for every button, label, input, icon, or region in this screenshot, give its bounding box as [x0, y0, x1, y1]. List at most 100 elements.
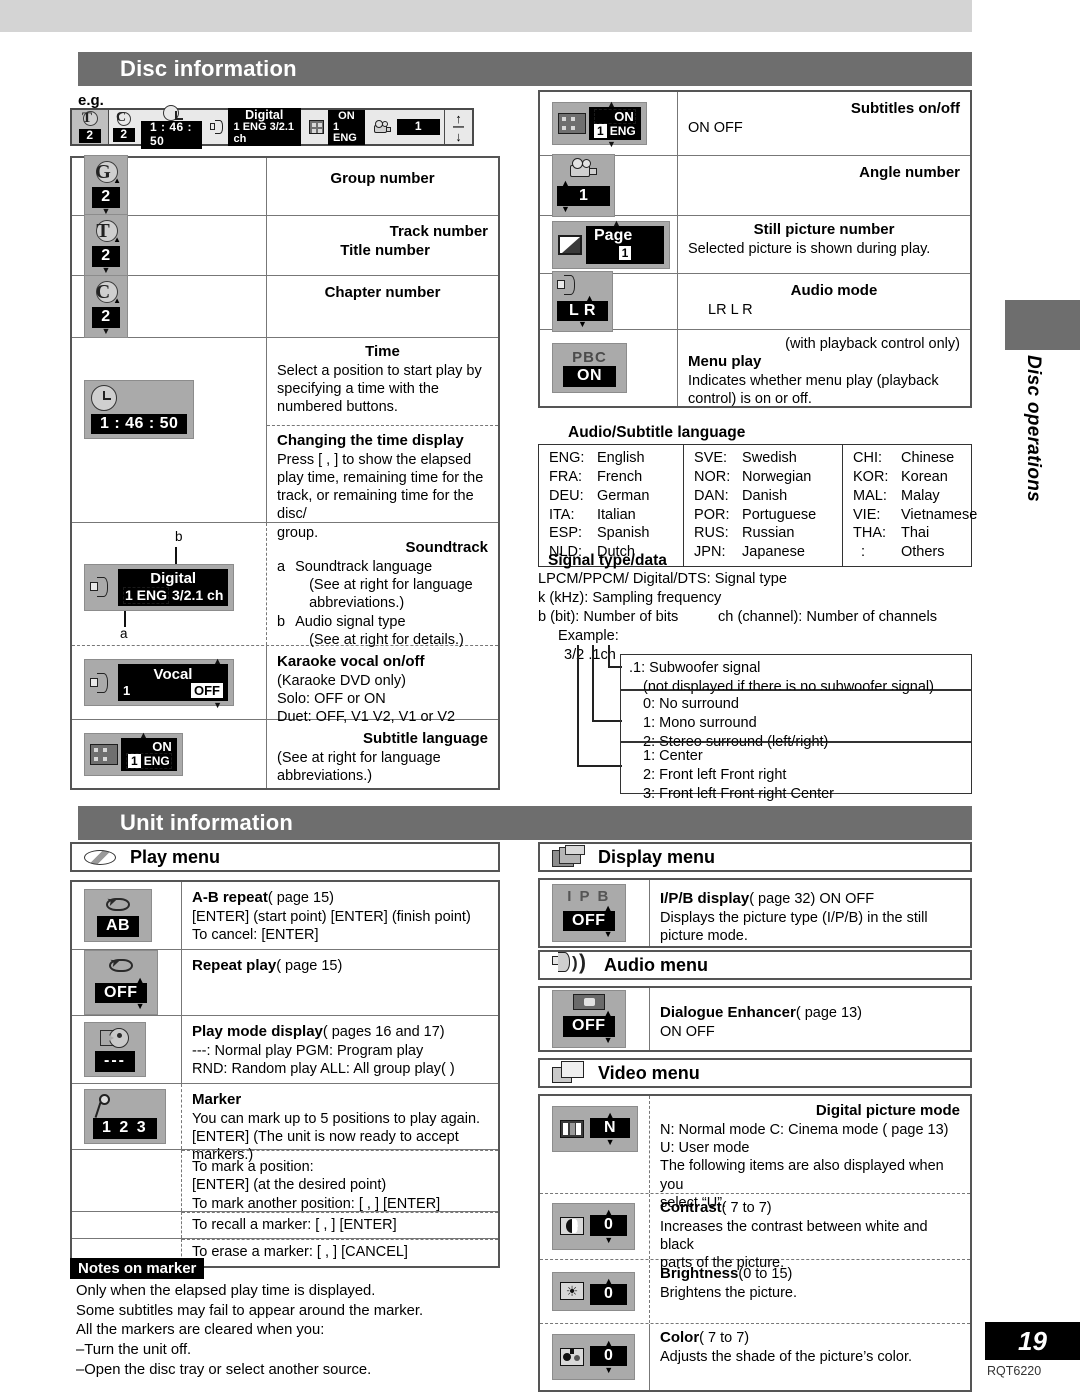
subtitles-chip-lang: ENG: [609, 124, 636, 138]
group-number-icon: G ▲ 2 ▼: [84, 155, 128, 218]
section-title-disc-information: Disc information: [120, 56, 297, 81]
lang-name: Danish: [742, 487, 788, 504]
lang-code: SVE:: [694, 450, 728, 466]
video-menu-icon: [552, 1061, 586, 1085]
brightness-text-cell: Brightness(0 to 15) Brightens the pictur…: [650, 1260, 970, 1323]
signal-box-surround: 0: No surround 1: Mono surround 2: Stere…: [620, 690, 972, 750]
play-mode-label: Play mode display: [192, 1023, 323, 1040]
color-label: Color: [660, 1329, 700, 1346]
audio-mode-icon-cell: ▲ L R ▼: [540, 270, 678, 333]
marker-icon: 1 2 3: [84, 1089, 166, 1144]
play-mode-l2: RND: Random play ALL: All group play( ): [192, 1061, 455, 1078]
audio-mode-text-cell: Audio mode LR L R: [678, 274, 970, 329]
dialogue-enhancer-value: OFF: [563, 1016, 615, 1037]
soundtrack-a-l2: (See at right for language: [309, 577, 473, 594]
soundtrack-item-a: a Soundtrack language (See at right for …: [277, 558, 488, 613]
page-chip-title: Page: [594, 226, 633, 244]
disc-info-left-table: G ▲ 2 ▼ Group number T ▲ 2 ▼ Track numbe…: [70, 155, 500, 790]
display-menu-icon: [552, 845, 586, 869]
play-mode-value: ---: [95, 1051, 135, 1072]
signal-l3b: ch (channel): Number of channels: [718, 608, 938, 625]
language-entry: SVE: Swedish: [694, 449, 834, 468]
osd-soundtrack-block: Digital 1 ENG 3/2.1 ch: [227, 108, 301, 146]
language-entry: POR: Portuguese: [694, 506, 834, 525]
angle-number-icon: [373, 120, 393, 134]
digital-picture-mode-icon: ▲ N ▼: [552, 1106, 639, 1153]
soundtrack-osd-block: Digital 1 ENG 3/2.1 ch: [118, 568, 229, 606]
table-row: ☀ ▲ 0 Brightness(0 to 15) Brightens the …: [540, 1260, 970, 1324]
disc-letter-glyph: G ▲: [95, 161, 121, 186]
chapter-number-icon: C: [113, 110, 135, 128]
table-row: C ▲ 2 ▼ Chapter number: [72, 275, 498, 338]
lang-name: Spanish: [597, 525, 650, 542]
note-line: Only when the elapsed play time is displ…: [76, 1283, 376, 1299]
group-number-label: Group number: [330, 170, 435, 187]
soundtrack-key-b: b: [277, 613, 286, 630]
lang-name: Portuguese: [742, 506, 817, 523]
signal-box3-l2: 2: Front left Front right: [643, 766, 787, 783]
menu-play-body: Indicates whether menu play (playback co…: [688, 373, 939, 408]
chapter-number-icon: C ▲ 2 ▼: [84, 275, 128, 338]
still-picture-body: Selected picture is shown during play.: [688, 240, 931, 257]
chapter-number-icon-cell: C ▲ 2 ▼: [72, 275, 267, 338]
osd-chapter-time-segment: C 2 1 : 46 : 50: [109, 105, 206, 149]
lang-name: English: [597, 450, 645, 466]
language-entry: CHI: Chinese: [853, 449, 963, 468]
notes-on-marker: Notes on marker Only when the elapsed pl…: [70, 1258, 423, 1380]
lang-name: Swedish: [742, 450, 797, 466]
marker-extra-1-spacer: [72, 1150, 182, 1211]
marker-text-cell: Marker You can mark up to 5 positions to…: [182, 1084, 498, 1163]
contrast-label: Contrast: [660, 1199, 722, 1216]
film-icon: [90, 743, 118, 765]
chapter-number-value: 2: [92, 307, 120, 328]
play-mode-glyph: [99, 1027, 130, 1051]
audio-mode-value: L R: [557, 300, 608, 322]
subtitle-chip-on: ON: [152, 738, 172, 754]
display-menu-header: Display menu: [538, 842, 972, 872]
color-l1: Adjusts the shade of the picture’s color…: [660, 1348, 913, 1365]
soundtrack-text-cell: Soundtrack a Soundtrack language (See at…: [267, 523, 498, 648]
table-row-time: 1 : 46 : 50 Time Select a position to st…: [72, 338, 498, 541]
dialogue-enhancer-text-cell: Dialogue Enhancer( page 13) ON OFF: [650, 988, 970, 1050]
ipb-display-icon: I P B ▲ OFF ▼: [552, 883, 626, 943]
signal-l4: Example:: [558, 627, 619, 644]
karaoke-l1: (Karaoke DVD only): [277, 672, 406, 689]
clock-icon: [163, 105, 184, 122]
karaoke-text-cell: Karaoke vocal on/off (Karaoke DVD only) …: [267, 646, 498, 725]
language-entry: NOR: Norwegian: [694, 468, 834, 487]
osd-subtitle-on: ON: [338, 109, 355, 122]
disc-icon: [84, 848, 118, 866]
time-upper: Time Select a position to start play by …: [267, 338, 498, 426]
ab-repeat-text-cell: A-B repeat( page 15) [ENTER] (start poin…: [182, 882, 498, 949]
language-entry: DEU: German: [549, 487, 675, 506]
marker-l1: You can mark up to 5 positions to play a…: [192, 1110, 481, 1127]
ipb-display-l1: Displays the picture type (I/P/B) in the…: [660, 909, 928, 926]
color-text-cell: Color( 7 to 7) Adjusts the shade of the …: [650, 1324, 970, 1390]
dialogue-enhancer-icon-cell: ▲ OFF ▼: [540, 988, 650, 1050]
signal-l1: LPCM/PPCM/ Digital/DTS: Signal type: [538, 571, 787, 587]
table-row: ▲ 0 ▼ Color( 7 to 7) Adjusts the shade o…: [540, 1324, 970, 1390]
audio-mode-label: Audio mode: [790, 282, 878, 299]
language-entry: MAL: Malay: [853, 487, 963, 506]
table-row: PBC ON (with playback control only) Menu…: [540, 330, 970, 408]
marker-icon-cell: 1 2 3: [72, 1084, 182, 1149]
angle-number-icon: ▲ 1 ▼: [552, 153, 616, 218]
soundtrack-key-a: a: [277, 558, 286, 575]
manual-page: Disc information e.g. T 2 C 2 1: 46: 5…: [0, 0, 1080, 1397]
menu-play-icon: PBC ON: [552, 343, 627, 393]
camera-glyph: [568, 157, 600, 180]
table-row: G ▲ 2 ▼ Group number: [72, 155, 498, 218]
marker-extra-2-l1: To recall a marker: [ , ] [ENTER]: [192, 1217, 397, 1233]
track-title-number-labels: Track number Title number: [267, 216, 498, 275]
karaoke-osd-block: ▲ Vocal 1 OFF ▼: [118, 656, 228, 710]
contrast-value: 0: [590, 1215, 628, 1236]
angle-number-value: 1: [557, 185, 611, 207]
play-mode-ref: ( pages 16 and 17): [322, 1024, 445, 1040]
video-menu-header: Video menu: [538, 1058, 972, 1088]
signal-connector-1: [608, 645, 610, 667]
dialogue-enhancer-icon: ▲ OFF ▼: [552, 990, 626, 1048]
lang-code: DAN:: [694, 487, 729, 504]
changing-time-display-label: Changing the time display: [277, 431, 464, 449]
time-icon-cell: 1 : 46 : 50: [72, 338, 267, 522]
title-number-icon-cell: T ▲ 2 ▼: [72, 214, 267, 277]
